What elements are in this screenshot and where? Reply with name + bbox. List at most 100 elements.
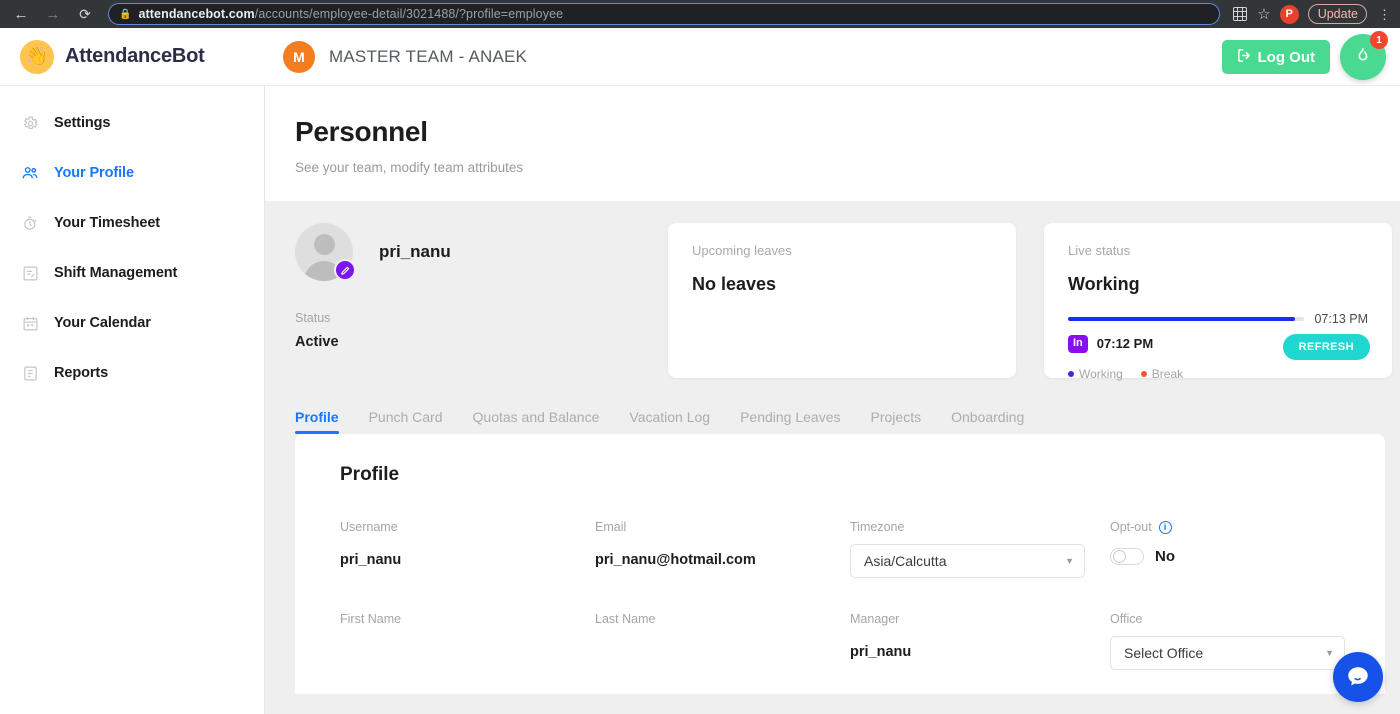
- update-button[interactable]: Update: [1307, 4, 1367, 24]
- url-text: attendancebot.com/accounts/employee-deta…: [138, 7, 563, 21]
- legend-dot: [1140, 370, 1147, 377]
- legend-item-break: Break: [1140, 366, 1184, 381]
- live-status-card: Live status Working 07:13 PM In 07:12 PM…: [1044, 223, 1392, 381]
- first-name-value[interactable]: [340, 644, 595, 662]
- brand-name: AttendanceBot: [65, 45, 205, 67]
- optout-label-text: Opt-out: [1110, 520, 1152, 534]
- upcoming-leaves-value: No leaves: [692, 274, 777, 294]
- last-name-label: Last Name: [595, 612, 656, 626]
- person-summary: pri_nanu Status Active: [295, 223, 640, 350]
- manager-value: pri_nanu: [850, 644, 912, 660]
- reload-icon[interactable]: ⟳: [72, 3, 98, 25]
- manager-label: Manager: [850, 612, 900, 626]
- tab-quotas-and-balance[interactable]: Quotas and Balance: [473, 409, 600, 434]
- logout-label: Log Out: [1257, 48, 1315, 66]
- sidebar-item-your-calendar[interactable]: Your Calendar: [0, 298, 264, 348]
- optout-toggle[interactable]: [1110, 548, 1144, 565]
- timezone-select[interactable]: Asia/Calcutta ▼: [850, 544, 1085, 578]
- browser-toolbar: ← → ⟳ 🔒 attendancebot.com/accounts/emplo…: [0, 0, 1400, 28]
- url-path: /accounts/employee-detail/3021488/?profi…: [254, 7, 564, 21]
- field-office: Office Select Office ▼: [1110, 612, 1365, 670]
- field-email: Email pri_nanu@hotmail.com: [595, 520, 850, 578]
- form-row-2: First Name Last Name Manager pri_nanu Of…: [340, 612, 1385, 670]
- chevron-down-icon: ▼: [1325, 648, 1334, 658]
- progress-track: [1068, 317, 1305, 321]
- tab-vacation-log[interactable]: Vacation Log: [629, 409, 710, 434]
- back-icon[interactable]: ←: [8, 3, 34, 25]
- profile-panel: Profile Username pri_nanu Email pri_nanu…: [295, 434, 1385, 694]
- shift-document-icon: [20, 265, 40, 282]
- browser-profile-avatar[interactable]: P: [1279, 4, 1299, 24]
- stopwatch-icon: [20, 215, 40, 232]
- sidebar-item-label: Your Calendar: [54, 315, 151, 331]
- status-label: Status: [295, 311, 331, 325]
- form-row-1: Username pri_nanu Email pri_nanu@hotmail…: [340, 520, 1385, 578]
- fab-badge: 1: [1370, 31, 1388, 49]
- star-icon[interactable]: ☆: [1257, 5, 1270, 23]
- office-select[interactable]: Select Office ▼: [1110, 636, 1345, 670]
- timezone-value: Asia/Calcutta: [864, 553, 947, 569]
- person-identity: pri_nanu: [295, 223, 640, 281]
- upcoming-leaves-card: Upcoming leaves No leaves: [668, 223, 1016, 378]
- last-name-value[interactable]: [595, 644, 850, 662]
- punch-in-time: 07:12 PM: [1096, 336, 1154, 352]
- lock-icon: 🔒: [119, 8, 132, 20]
- field-first-name: First Name: [340, 612, 595, 670]
- office-label: Office: [1110, 612, 1143, 626]
- sidebar-item-your-profile[interactable]: Your Profile: [0, 148, 264, 198]
- browser-actions: ☆ P Update ⋮: [1232, 4, 1392, 24]
- refresh-button[interactable]: REFRESH: [1282, 334, 1370, 360]
- tab-bar: Profile Punch Card Quotas and Balance Va…: [265, 378, 1400, 434]
- tab-projects[interactable]: Projects: [871, 409, 922, 434]
- optout-toggle-row: No: [1110, 548, 1365, 565]
- tab-punch-card[interactable]: Punch Card: [369, 409, 443, 434]
- sidebar-item-label: Reports: [54, 365, 109, 381]
- help-fab[interactable]: 1: [1340, 31, 1388, 80]
- address-bar[interactable]: 🔒 attendancebot.com/accounts/employee-de…: [108, 3, 1221, 25]
- pencil-icon[interactable]: [334, 259, 356, 281]
- timezone-label: Timezone: [850, 520, 905, 534]
- page-subtitle: See your team, modify team attributes: [295, 160, 524, 175]
- field-manager: Manager pri_nanu: [850, 612, 1110, 670]
- kebab-menu-icon[interactable]: ⋮: [1378, 8, 1391, 21]
- extension-icon[interactable]: [1232, 6, 1248, 22]
- tab-profile[interactable]: Profile: [295, 409, 339, 434]
- progress-end-time: 07:13 PM: [1314, 312, 1368, 326]
- toggle-knob: [1113, 550, 1126, 563]
- field-optout: Opt-out i No: [1110, 520, 1365, 578]
- avatar: [295, 223, 356, 281]
- gear-icon: [20, 115, 40, 132]
- info-icon[interactable]: i: [1158, 520, 1172, 534]
- legend-item-working: Working: [1068, 367, 1123, 381]
- person-name: pri_nanu: [379, 242, 451, 261]
- team-avatar: M: [283, 40, 315, 73]
- main-layout: Settings Your Profile Your Timesheet Shi…: [0, 86, 1400, 714]
- forward-icon[interactable]: →: [40, 3, 66, 25]
- sidebar-item-label: Settings: [54, 115, 111, 131]
- email-label: Email: [595, 520, 627, 534]
- first-name-label: First Name: [340, 612, 402, 626]
- live-status-progress: 07:13 PM: [1068, 312, 1368, 326]
- header-actions: Log Out 1: [1221, 28, 1388, 86]
- office-value: Select Office: [1124, 645, 1204, 661]
- field-username: Username pri_nanu: [340, 520, 595, 578]
- sidebar-item-settings[interactable]: Settings: [0, 98, 264, 148]
- report-icon: [20, 365, 40, 382]
- live-status-value: Working: [1068, 274, 1140, 294]
- sidebar-item-label: Your Timesheet: [54, 215, 161, 231]
- legend-label: Working: [1079, 366, 1123, 381]
- sidebar-item-your-timesheet[interactable]: Your Timesheet: [0, 198, 264, 248]
- legend-dot: [1068, 370, 1074, 377]
- tab-pending-leaves[interactable]: Pending Leaves: [740, 409, 840, 434]
- optout-value: No: [1155, 548, 1175, 565]
- sidebar-item-reports[interactable]: Reports: [0, 348, 264, 398]
- live-status-legend: Working Break: [1068, 367, 1368, 381]
- field-last-name: Last Name: [595, 612, 850, 670]
- legend-label: Break: [1151, 366, 1184, 381]
- logout-button[interactable]: Log Out: [1221, 40, 1330, 74]
- team-selector[interactable]: M MASTER TEAM - ANAEK: [265, 40, 527, 73]
- chat-bubble-icon[interactable]: [1333, 652, 1383, 702]
- tab-onboarding[interactable]: Onboarding: [951, 409, 1024, 434]
- brand[interactable]: 👋 AttendanceBot: [0, 39, 265, 74]
- sidebar-item-shift-management[interactable]: Shift Management: [0, 248, 264, 298]
